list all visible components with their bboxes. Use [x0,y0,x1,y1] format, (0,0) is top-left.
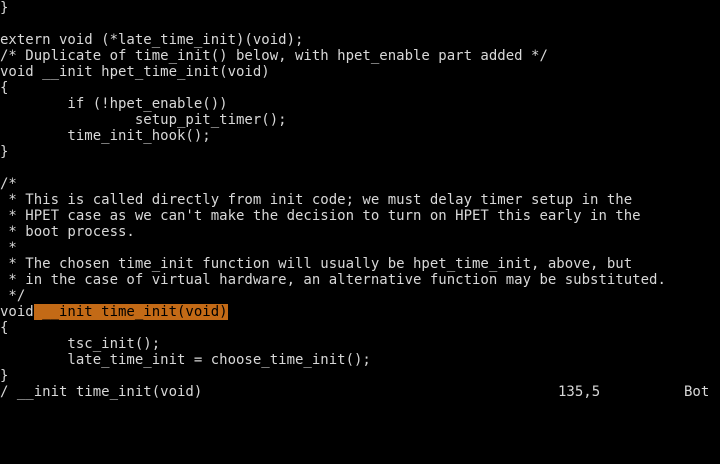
code-line: { [0,320,8,336]
code-text: } [0,368,9,384]
code-line: } [0,368,8,384]
code-text: * This is called directly from init code… [0,192,633,208]
code-text: } [0,144,9,160]
code-line: time_init_hook(); [0,128,211,144]
status-line: / __init time_init(void) 135,5 Bot [0,384,720,400]
code-line: * The chosen time_init function will usu… [0,256,632,272]
code-text: * in the case of virtual hardware, an al… [0,272,666,288]
code-line: tsc_init(); [0,336,160,352]
code-text: if (!hpet_enable()) [0,96,228,112]
code-line: */ [0,288,25,304]
search-command: / __init time_init(void) [0,384,203,400]
code-text: setup_pit_timer(); [0,112,287,128]
code-text: } [0,0,9,16]
code-line: * HPET case as we can't make the decisio… [0,208,641,224]
code-line: setup_pit_timer(); [0,112,287,128]
code-text: { [0,320,9,336]
code-line: void __init time_init(void) [0,304,228,320]
code-text: tsc_init(); [0,336,161,352]
code-text: /* [0,176,17,192]
code-line: if (!hpet_enable()) [0,96,228,112]
code-text: void [0,304,34,320]
code-line: } [0,0,8,16]
code-line: extern void (*late_time_init)(void); [0,32,303,48]
code-line: * [0,240,17,256]
code-line: void __init hpet_time_init(void) [0,64,270,80]
code-text: { [0,80,9,96]
scroll-indicator: Bot [684,384,710,400]
code-line: * This is called directly from init code… [0,192,632,208]
code-text: time_init_hook(); [0,128,211,144]
code-text: * boot process. [0,224,135,240]
code-line: /* [0,176,17,192]
code-line: * boot process. [0,224,135,240]
code-line: { [0,80,8,96]
code-text: late_time_init = choose_time_init(); [0,352,371,368]
terminal-screen[interactable]: } extern void (*late_time_init)(void);/* … [0,0,720,400]
cursor-position: 135,5 [558,384,601,400]
code-text: * [0,240,17,256]
code-text: void __init hpet_time_init(void) [0,64,270,80]
code-text: */ [0,288,26,304]
code-line: } [0,144,8,160]
code-text: * HPET case as we can't make the decisio… [0,208,641,224]
code-text: * The chosen time_init function will usu… [0,256,633,272]
code-line: /* Duplicate of time_init() below, with … [0,48,548,64]
code-text: extern void (*late_time_init)(void); [0,32,304,48]
code-line: late_time_init = choose_time_init(); [0,352,371,368]
search-match-highlight: __init time_init(void) [33,304,228,320]
code-line: * in the case of virtual hardware, an al… [0,272,666,288]
code-text: /* Duplicate of time_init() below, with … [0,48,548,64]
